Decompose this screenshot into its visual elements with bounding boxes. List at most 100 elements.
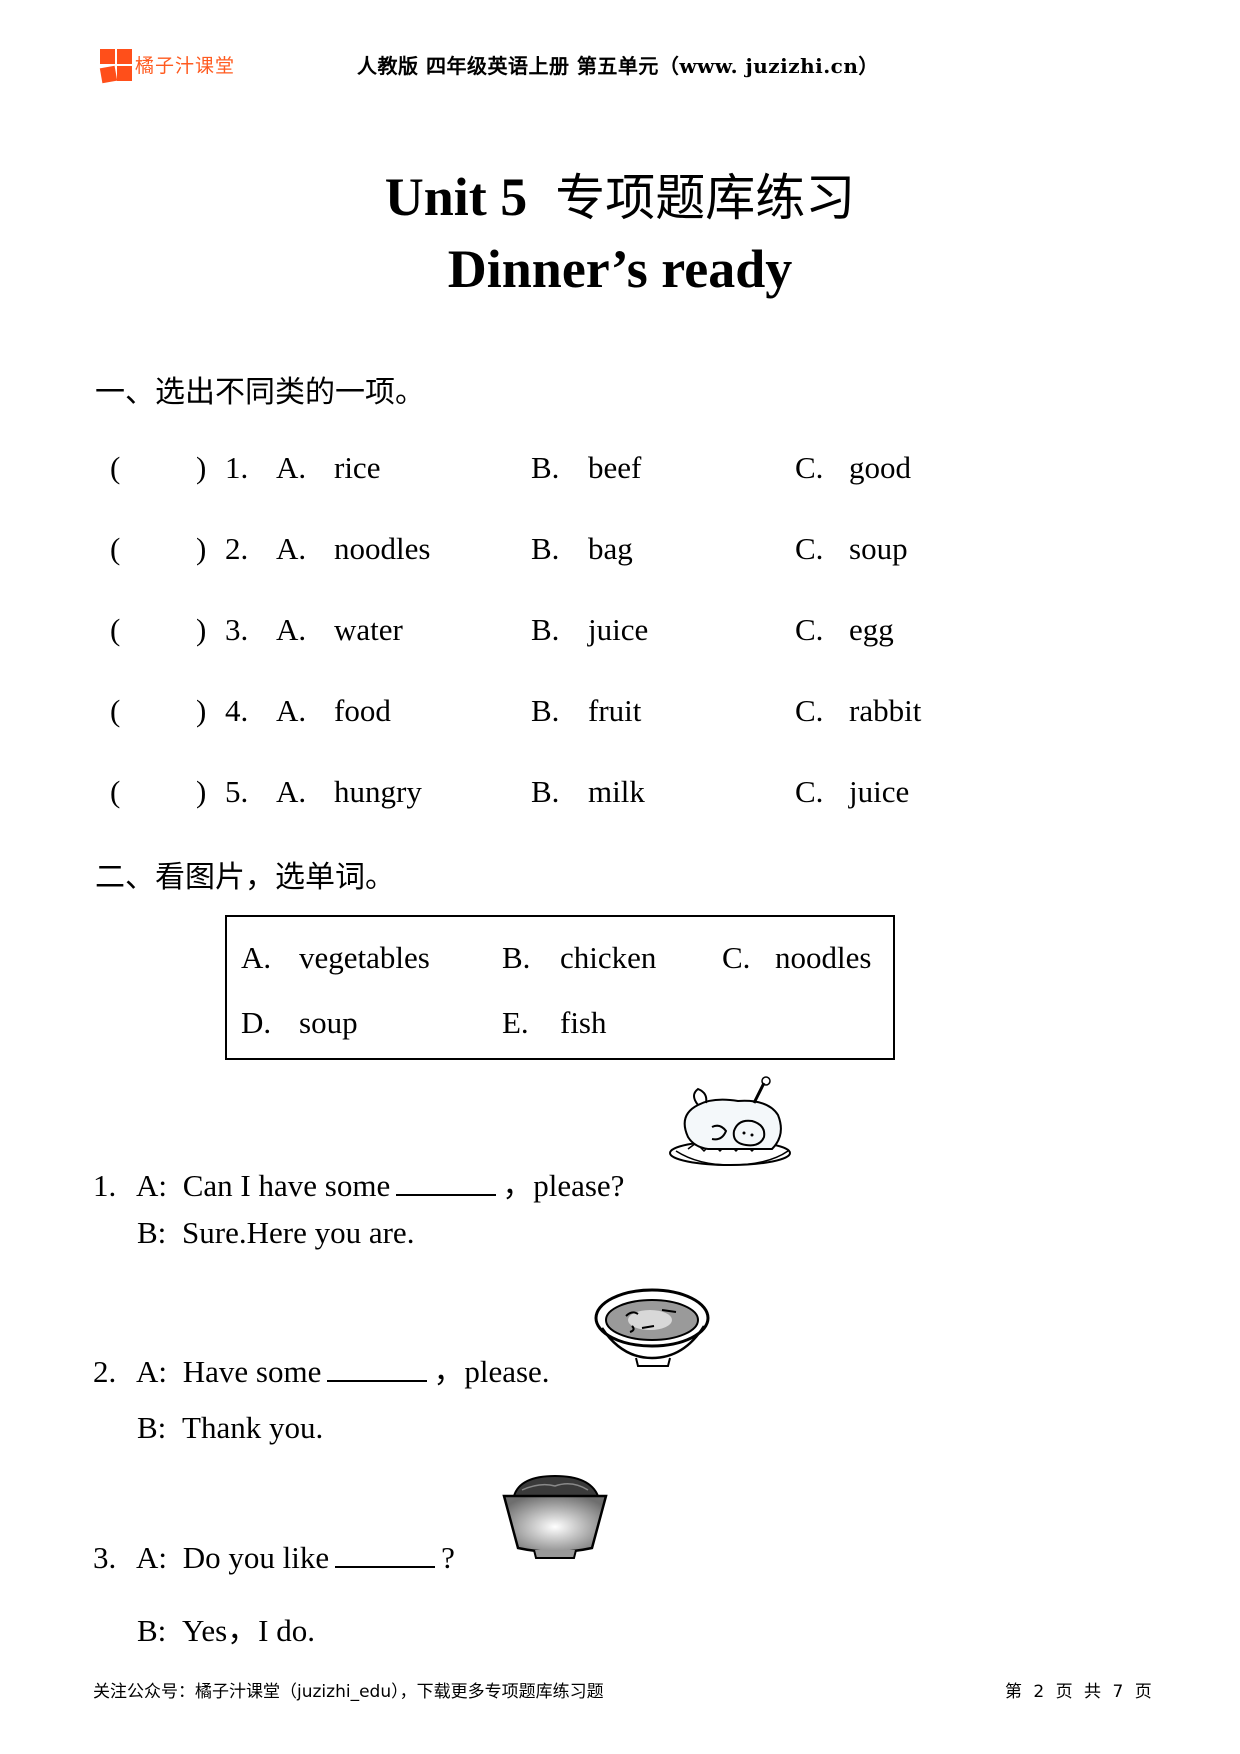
paren-close: ) bbox=[196, 612, 207, 647]
answer-blank[interactable] bbox=[327, 1354, 428, 1382]
page-current: 2 bbox=[1033, 1682, 1045, 1702]
option-c[interactable]: juice bbox=[849, 774, 909, 810]
question-number: 1. bbox=[225, 450, 249, 485]
option-a-label: A. bbox=[276, 612, 307, 647]
answer-blank[interactable] bbox=[396, 1168, 497, 1196]
dialogue-1-line-b: B: Sure.Here you are. bbox=[137, 1215, 414, 1251]
word-bank-word: noodles bbox=[775, 940, 872, 975]
page-suffix: 页 bbox=[1134, 1682, 1152, 1702]
dialogue-text: ，please. bbox=[433, 1354, 550, 1389]
dialogue-2-line-b: B: Thank you. bbox=[137, 1410, 323, 1446]
option-c-label: C. bbox=[795, 612, 824, 647]
roast-chicken-icon bbox=[669, 1076, 791, 1166]
paren-open: ( bbox=[110, 774, 121, 809]
title-chinese: 专项题库练习 bbox=[555, 169, 856, 227]
option-a[interactable]: noodles bbox=[334, 531, 430, 567]
option-b[interactable]: bag bbox=[588, 531, 633, 567]
answer-slot[interactable] bbox=[130, 774, 190, 808]
page-total: 7 bbox=[1112, 1682, 1124, 1702]
brand-name: 橘子汁课堂 bbox=[135, 55, 236, 77]
mcq-row: () 1. A. rice B. beef C. good bbox=[110, 450, 1010, 490]
dialogue-num: 1. bbox=[93, 1168, 117, 1203]
option-b-label: B. bbox=[531, 531, 560, 566]
section1-heading: 一、选出不同类的一项。 bbox=[95, 375, 425, 410]
dialogue-text: Can I have some bbox=[182, 1168, 391, 1203]
option-b-label: B. bbox=[531, 774, 560, 809]
speaker-label: B: bbox=[137, 1410, 167, 1445]
dialogue-text: ，please? bbox=[502, 1168, 625, 1203]
option-b[interactable]: juice bbox=[588, 612, 648, 648]
mcq-row: () 5. A. hungry B. milk C. juice bbox=[110, 774, 1010, 814]
paren-open: ( bbox=[110, 612, 121, 647]
option-a[interactable]: hungry bbox=[334, 774, 422, 810]
question-number: 5. bbox=[225, 774, 249, 809]
page-mid: 页 共 bbox=[1055, 1682, 1102, 1702]
option-a-label: A. bbox=[276, 531, 307, 566]
word-bank-word: soup bbox=[299, 1005, 358, 1040]
mcq-row: () 2. A. noodles B. bag C. soup bbox=[110, 531, 1010, 571]
word-bank-label: D. bbox=[241, 1005, 272, 1040]
answer-slot[interactable] bbox=[130, 450, 190, 484]
question-number: 4. bbox=[225, 693, 249, 728]
option-b-label: B. bbox=[531, 693, 560, 728]
dialogue-num: 3. bbox=[93, 1540, 117, 1575]
option-a-label: A. bbox=[276, 693, 307, 728]
option-c[interactable]: good bbox=[849, 450, 911, 486]
brand-logo-icon bbox=[99, 49, 132, 84]
dialogue-text: Do you like bbox=[182, 1540, 330, 1575]
dialogue-text: Thank you. bbox=[182, 1410, 324, 1445]
option-c[interactable]: rabbit bbox=[849, 693, 921, 729]
question-number: 2. bbox=[225, 531, 249, 566]
answer-blank[interactable] bbox=[335, 1540, 436, 1568]
paren-close: ) bbox=[196, 450, 207, 485]
dialogue-text: Sure.Here you are. bbox=[182, 1215, 415, 1250]
word-bank-word: vegetables bbox=[299, 940, 430, 975]
option-a[interactable]: rice bbox=[334, 450, 380, 486]
answer-slot[interactable] bbox=[130, 612, 190, 646]
option-c[interactable]: soup bbox=[849, 531, 908, 567]
dialogue-3-line-b: B: Yes，I do. bbox=[137, 1605, 315, 1650]
option-b[interactable]: beef bbox=[588, 450, 641, 486]
page-title: Unit 5 专项题库练习 bbox=[0, 158, 1240, 230]
speaker-label: A: bbox=[136, 1540, 167, 1575]
answer-slot[interactable] bbox=[130, 531, 190, 565]
dialogue-text: Have some bbox=[182, 1354, 322, 1389]
speaker-label: A: bbox=[136, 1168, 167, 1203]
option-b-label: B. bbox=[531, 612, 560, 647]
option-c[interactable]: egg bbox=[849, 612, 894, 648]
title-unit: Unit 5 bbox=[384, 167, 528, 227]
word-bank-label: C. bbox=[722, 940, 751, 975]
paren-open: ( bbox=[110, 531, 121, 566]
dialogue-text: Yes，I do. bbox=[182, 1613, 315, 1648]
option-a[interactable]: food bbox=[334, 693, 391, 729]
noodle-bowl-icon bbox=[502, 1474, 608, 1559]
word-bank-word: fish bbox=[560, 1005, 607, 1040]
paren-open: ( bbox=[110, 693, 121, 728]
word-bank-label: A. bbox=[241, 940, 272, 975]
word-bank-label: B. bbox=[502, 940, 531, 975]
word-bank-word: chicken bbox=[560, 940, 657, 975]
option-b[interactable]: milk bbox=[588, 774, 645, 810]
option-b[interactable]: fruit bbox=[588, 693, 641, 729]
option-a-label: A. bbox=[276, 774, 307, 809]
paren-close: ) bbox=[196, 693, 207, 728]
dialogue-num: 2. bbox=[93, 1354, 117, 1389]
speaker-label: B: bbox=[137, 1613, 167, 1648]
option-c-label: C. bbox=[795, 531, 824, 566]
footer-note: 关注公众号：橘子汁课堂（juzizhi_edu），下载更多专项题库练习题 bbox=[93, 1682, 604, 1702]
soup-bowl-icon bbox=[594, 1288, 710, 1367]
option-c-label: C. bbox=[795, 450, 824, 485]
paren-close: ) bbox=[196, 531, 207, 566]
page-subtitle: Dinner’s ready bbox=[447, 239, 793, 299]
option-a[interactable]: water bbox=[334, 612, 403, 648]
paren-open: ( bbox=[110, 450, 121, 485]
dialogue-3-line-a: 3. A: Do you like? bbox=[93, 1540, 455, 1576]
option-a-label: A. bbox=[276, 450, 307, 485]
answer-slot[interactable] bbox=[130, 693, 190, 727]
dialogue-text: ? bbox=[441, 1540, 455, 1575]
section2-heading: 二、看图片，选单词。 bbox=[95, 860, 395, 895]
option-b-label: B. bbox=[531, 450, 560, 485]
option-c-label: C. bbox=[795, 774, 824, 809]
word-bank-label: E. bbox=[502, 1005, 529, 1040]
mcq-row: () 3. A. water B. juice C. egg bbox=[110, 612, 1010, 652]
